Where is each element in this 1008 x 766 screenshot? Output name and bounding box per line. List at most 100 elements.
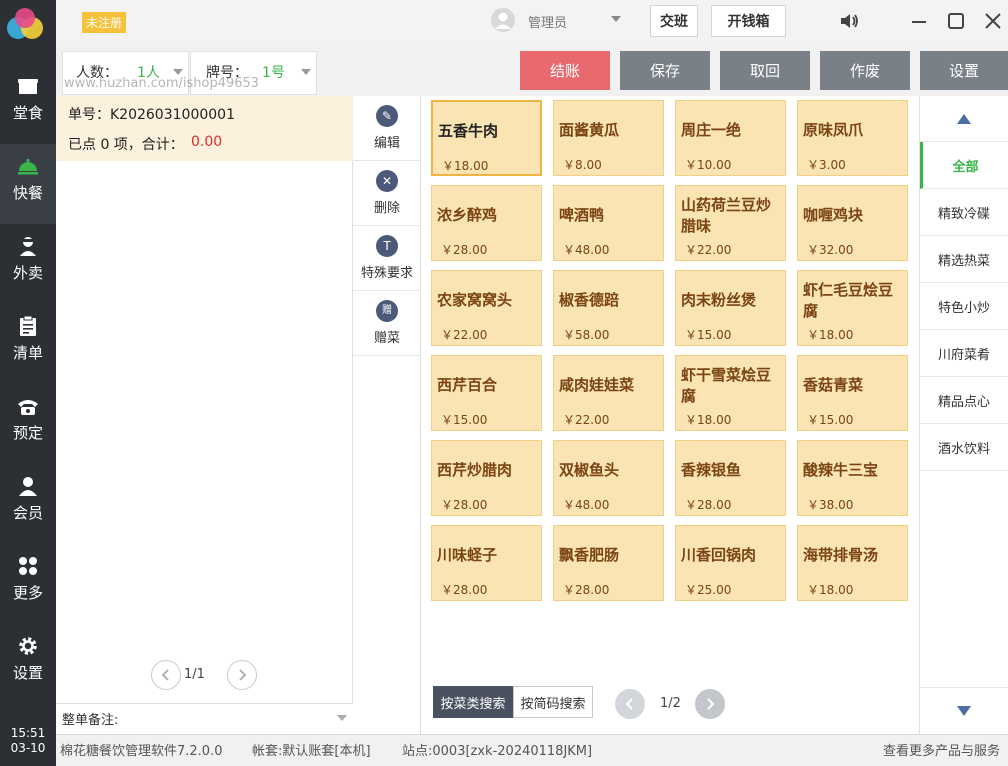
dish-card[interactable]: 香菇青菜 ￥15.00 — [797, 355, 908, 431]
unregistered-badge[interactable]: 未注册 — [82, 12, 127, 33]
cash-drawer-button[interactable]: 开钱箱 — [711, 5, 786, 37]
dish-card[interactable]: 虾干雪菜烩豆腐 ￥18.00 — [675, 355, 786, 431]
category-hot-dishes[interactable]: 精选热菜 — [920, 236, 1008, 283]
delete-item-button[interactable]: ✕ 删除 — [353, 161, 421, 226]
category-all[interactable]: 全部 — [920, 142, 1008, 189]
minimize-icon[interactable] — [908, 10, 930, 32]
dish-price: ￥48.00 — [563, 498, 610, 512]
nav-label: 设置 — [12, 664, 43, 682]
nav-item-settings[interactable]: 设置 — [0, 624, 56, 704]
nav-item-member[interactable]: 会员 — [0, 464, 56, 544]
category-scroll-up-button[interactable] — [920, 96, 1008, 142]
category-scroll-down-button[interactable] — [920, 687, 1008, 733]
category-drinks[interactable]: 酒水饮料 — [920, 424, 1008, 471]
chevron-down-icon[interactable] — [611, 16, 621, 22]
account-info: 帐套:默认账套[本机] — [252, 744, 371, 759]
category-stir-fry[interactable]: 特色小炒 — [920, 283, 1008, 330]
dish-price: ￥18.00 — [807, 328, 854, 342]
dish-card[interactable]: 川香回锅肉 ￥25.00 — [675, 525, 786, 601]
dish-card[interactable]: 咸肉娃娃菜 ￥22.00 — [553, 355, 664, 431]
dish-card[interactable]: 啤酒鸭 ￥48.00 — [553, 185, 664, 261]
search-by-code-tab[interactable]: 按简码搜索 — [513, 686, 593, 718]
search-by-category-tab[interactable]: 按菜类搜索 — [433, 686, 513, 718]
dish-price: ￥25.00 — [685, 583, 732, 597]
chevron-right-icon — [239, 669, 247, 681]
nav-label: 堂食 — [12, 104, 43, 122]
order-number: 单号：K2026031000001 — [68, 104, 235, 124]
dish-card[interactable]: 浓乡醉鸡 ￥28.00 — [431, 185, 542, 261]
maximize-icon[interactable] — [945, 10, 967, 32]
dish-card[interactable]: 虾仁毛豆烩豆腐 ￥18.00 — [797, 270, 908, 346]
retrieve-button[interactable]: 取回 — [720, 51, 810, 90]
edit-item-button[interactable]: ✎ 编辑 — [353, 96, 421, 161]
nav-item-takeout[interactable]: 外卖 — [0, 224, 56, 304]
nav-label: 快餐 — [12, 184, 43, 202]
dish-card[interactable]: 咖喱鸡块 ￥32.00 — [797, 185, 908, 261]
dish-card[interactable]: 海带排骨汤 ￥18.00 — [797, 525, 908, 601]
dish-name: 香辣银鱼 — [681, 461, 742, 479]
dish-price: ￥18.00 — [685, 413, 732, 427]
dish-name: 咸肉娃娃菜 — [559, 376, 635, 394]
clock-date: 03-10 — [10, 741, 46, 755]
dish-price: ￥58.00 — [563, 328, 610, 342]
dish-card[interactable]: 椒香德踣 ￥58.00 — [553, 270, 664, 346]
dish-price: ￥18.00 — [442, 159, 489, 173]
dish-card[interactable]: 肉末粉丝煲 ￥15.00 — [675, 270, 786, 346]
close-icon[interactable] — [982, 10, 1004, 32]
dish-price: ￥15.00 — [441, 413, 488, 427]
category-dim-sum[interactable]: 精品点心 — [920, 377, 1008, 424]
dish-card[interactable]: 双椒鱼头 ￥48.00 — [553, 440, 664, 516]
dish-card[interactable]: 酸辣牛三宝 ￥38.00 — [797, 440, 908, 516]
dish-next-page-button[interactable] — [695, 689, 725, 719]
nav-label: 清单 — [12, 344, 43, 362]
dish-card[interactable]: 西芹百合 ￥15.00 — [431, 355, 542, 431]
dish-card[interactable]: 飘香肥肠 ￥28.00 — [553, 525, 664, 601]
category-cold-dishes[interactable]: 精致冷碟 — [920, 189, 1008, 236]
checkout-button[interactable]: 结账 — [520, 51, 610, 90]
dish-name: 西芹炒腊肉 — [437, 461, 513, 479]
dish-card[interactable]: 香辣银鱼 ￥28.00 — [675, 440, 786, 516]
nav-item-more[interactable]: 更多 — [0, 544, 56, 624]
grid-icon — [19, 557, 37, 575]
category-sichuan[interactable]: 川府菜肴 — [920, 330, 1008, 377]
dish-name: 椒香德踣 — [559, 291, 620, 309]
more-products-link[interactable]: 查看更多产品与服务 — [883, 740, 1000, 759]
user-icon — [495, 12, 511, 29]
chevron-right-icon — [707, 698, 715, 710]
nav-item-reservation[interactable]: 预定 — [0, 384, 56, 464]
dish-card[interactable]: 五香牛肉 ￥18.00 — [431, 100, 542, 176]
speaker-icon[interactable] — [838, 10, 860, 32]
save-button[interactable]: 保存 — [620, 51, 710, 90]
nav-item-list[interactable]: 清单 — [0, 304, 56, 384]
nav-item-fast-food[interactable]: 快餐 — [0, 144, 56, 224]
dish-name: 肉末粉丝煲 — [681, 291, 757, 309]
void-button[interactable]: 作废 — [820, 51, 910, 90]
settings-button[interactable]: 设置 — [920, 51, 1008, 90]
dish-card[interactable]: 原味凤爪 ￥3.00 — [797, 100, 908, 176]
gear-icon — [19, 637, 37, 655]
special-request-button[interactable]: T 特殊要求 — [353, 226, 421, 291]
handover-button[interactable]: 交班 — [650, 5, 698, 37]
dish-prev-page-button[interactable] — [615, 689, 645, 719]
order-next-page-button[interactable] — [227, 660, 257, 690]
dish-card[interactable]: 川味蛏子 ￥28.00 — [431, 525, 542, 601]
member-icon — [19, 477, 37, 496]
dish-name: 原味凤爪 — [803, 121, 864, 139]
gift-item-button[interactable]: 赠 赠菜 — [353, 291, 421, 356]
dish-price: ￥15.00 — [807, 413, 854, 427]
dish-card[interactable]: 西芹炒腊肉 ￥28.00 — [431, 440, 542, 516]
dish-price: ￥28.00 — [441, 498, 488, 512]
dish-card[interactable]: 面酱黄瓜 ￥8.00 — [553, 100, 664, 176]
nav-item-dine-in[interactable]: 堂食 — [0, 64, 56, 144]
user-name[interactable]: 管理员 — [528, 12, 567, 31]
dish-card[interactable]: 周庄一绝 ￥10.00 — [675, 100, 786, 176]
dish-price: ￥22.00 — [685, 243, 732, 257]
chevron-down-icon[interactable] — [337, 715, 347, 721]
special-request-label: 特殊要求 — [360, 266, 413, 281]
dish-card[interactable]: 农家窝窝头 ￥22.00 — [431, 270, 542, 346]
dish-card[interactable]: 山药荷兰豆炒腊味 ￥22.00 — [675, 185, 786, 261]
dish-price: ￥15.00 — [685, 328, 732, 342]
order-prev-page-button[interactable] — [151, 660, 181, 690]
service-bell-icon — [18, 158, 38, 175]
dish-price: ￥28.00 — [563, 583, 610, 597]
